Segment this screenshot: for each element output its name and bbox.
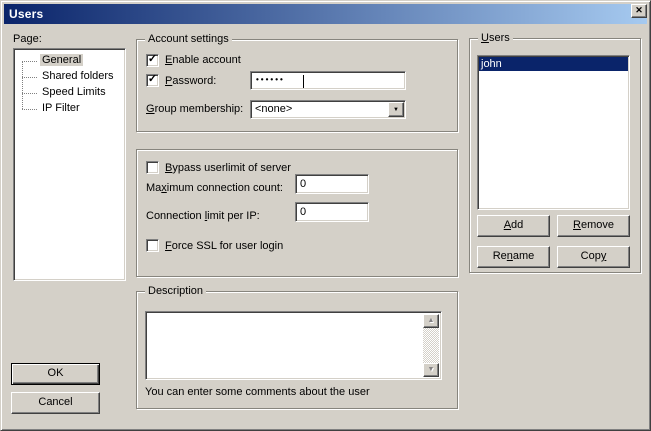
ok-button[interactable]: OK <box>11 363 100 385</box>
description-group: Description ▲ ▼ You can enter some comme… <box>136 291 458 409</box>
max-connections-input[interactable]: 0 <box>295 174 369 194</box>
scroll-up-button[interactable]: ▲ <box>423 314 439 328</box>
checkmark-icon: ✓ <box>148 73 157 85</box>
group-membership-select[interactable]: <none> ▼ <box>250 100 406 119</box>
remove-button[interactable]: Remove <box>557 215 630 237</box>
page-item-general[interactable]: General <box>14 53 125 69</box>
limits-group: Bypass userlimit of server Maximum conne… <box>136 149 458 277</box>
account-settings-legend: Account settings <box>145 33 232 45</box>
page-item-ip-filter[interactable]: IP Filter <box>14 101 125 117</box>
description-legend: Description <box>145 285 206 297</box>
enable-account-label: Enable account <box>165 54 241 66</box>
page-label: Page: <box>13 33 42 45</box>
chevron-down-icon: ▼ <box>393 107 399 113</box>
enable-account-checkbox[interactable]: ✓ <box>146 54 159 67</box>
user-list-item[interactable]: john <box>479 57 628 71</box>
max-connections-label: Maximum connection count: <box>146 182 283 194</box>
close-button[interactable]: ✕ <box>631 4 647 18</box>
close-icon: ✕ <box>635 5 643 15</box>
account-settings-group: Account settings ✓ Enable account ✓ Pass… <box>136 39 458 132</box>
checkmark-icon: ✓ <box>148 53 157 65</box>
users-list[interactable]: john <box>477 55 630 210</box>
scroll-down-icon: ▼ <box>428 366 435 373</box>
password-masked-value: •••••• <box>256 75 285 84</box>
password-label: Password: <box>165 75 216 87</box>
users-dialog: Users ✕ Page: General Shared folders Spe… <box>0 0 651 431</box>
text-caret <box>303 75 304 88</box>
bypass-userlimit-label: Bypass userlimit of server <box>165 162 291 174</box>
description-hint: You can enter some comments about the us… <box>145 386 370 398</box>
scroll-up-icon: ▲ <box>428 317 435 324</box>
window-title: Users <box>4 7 43 21</box>
force-ssl-checkbox[interactable] <box>146 239 159 252</box>
users-legend: Users <box>478 32 513 44</box>
bypass-userlimit-checkbox[interactable] <box>146 161 159 174</box>
password-input[interactable]: •••••• <box>250 71 406 90</box>
scroll-down-button[interactable]: ▼ <box>423 363 439 377</box>
users-group: Users john Add Remove Rename Copy <box>469 38 641 273</box>
page-tree[interactable]: General Shared folders Speed Limits IP F… <box>13 48 126 281</box>
copy-button[interactable]: Copy <box>557 246 630 268</box>
page-item-shared-folders[interactable]: Shared folders <box>14 69 125 85</box>
add-button[interactable]: Add <box>477 215 550 237</box>
description-textarea[interactable]: ▲ ▼ <box>145 311 442 380</box>
page-item-speed-limits[interactable]: Speed Limits <box>14 85 125 101</box>
description-scrollbar[interactable]: ▲ ▼ <box>423 314 439 377</box>
password-checkbox[interactable]: ✓ <box>146 74 159 87</box>
rename-button[interactable]: Rename <box>477 246 550 268</box>
ip-limit-value: 0 <box>300 206 306 218</box>
dropdown-button[interactable]: ▼ <box>388 102 404 117</box>
force-ssl-label: Force SSL for user login <box>165 240 283 252</box>
group-membership-label: Group membership: <box>146 103 243 115</box>
group-membership-value: <none> <box>255 103 292 115</box>
ip-limit-input[interactable]: 0 <box>295 202 369 222</box>
titlebar[interactable]: Users <box>4 4 647 24</box>
cancel-button[interactable]: Cancel <box>11 392 100 414</box>
max-connections-value: 0 <box>300 178 306 190</box>
ip-limit-label: Connection limit per IP: <box>146 210 260 222</box>
